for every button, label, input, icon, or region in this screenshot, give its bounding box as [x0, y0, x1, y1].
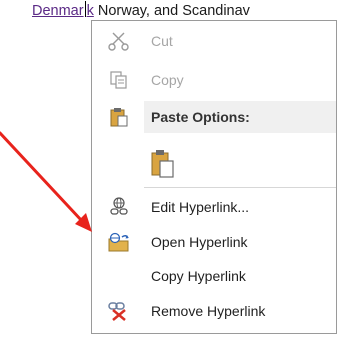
menu-separator: [144, 187, 336, 188]
menu-item-copy[interactable]: Copy: [92, 65, 336, 95]
menu-item-label: Copy: [151, 72, 184, 88]
hyperlink-text[interactable]: Denmar k: [32, 1, 94, 19]
copy-icon: [110, 71, 127, 89]
scissors-icon: [108, 32, 129, 51]
menu-item-remove-hyperlink[interactable]: Remove Hyperlink: [92, 296, 336, 326]
menu-item-cut[interactable]: Cut: [92, 26, 336, 56]
paste-keep-formatting-icon[interactable]: [150, 149, 176, 179]
menu-item-open-hyperlink[interactable]: Open Hyperlink: [92, 227, 336, 257]
edit-hyperlink-icon: [110, 197, 128, 215]
remove-hyperlink-icon: [108, 302, 126, 321]
paste-options-label: Paste Options:: [151, 109, 250, 125]
clipboard-icon: [110, 108, 128, 127]
context-menu: Cut Copy Paste Options: Edit Hyperlink..…: [91, 20, 337, 334]
menu-item-copy-hyperlink[interactable]: Copy Hyperlink: [92, 261, 336, 291]
open-hyperlink-icon: [108, 232, 129, 252]
paste-options-header: Paste Options:: [144, 101, 336, 133]
menu-item-label: Copy Hyperlink: [151, 268, 246, 284]
menu-item-label: Open Hyperlink: [151, 234, 248, 250]
menu-item-label: Edit Hyperlink...: [151, 199, 250, 215]
menu-item-edit-hyperlink[interactable]: Edit Hyperlink...: [92, 192, 336, 222]
text-cursor: [84, 1, 86, 17]
document-text-line: Denmar k Norway, and Scandinav: [0, 0, 339, 22]
menu-item-label: Remove Hyperlink: [151, 303, 266, 319]
menu-item-label: Cut: [151, 33, 173, 49]
document-body-text: Norway, and Scandinav: [93, 3, 250, 19]
